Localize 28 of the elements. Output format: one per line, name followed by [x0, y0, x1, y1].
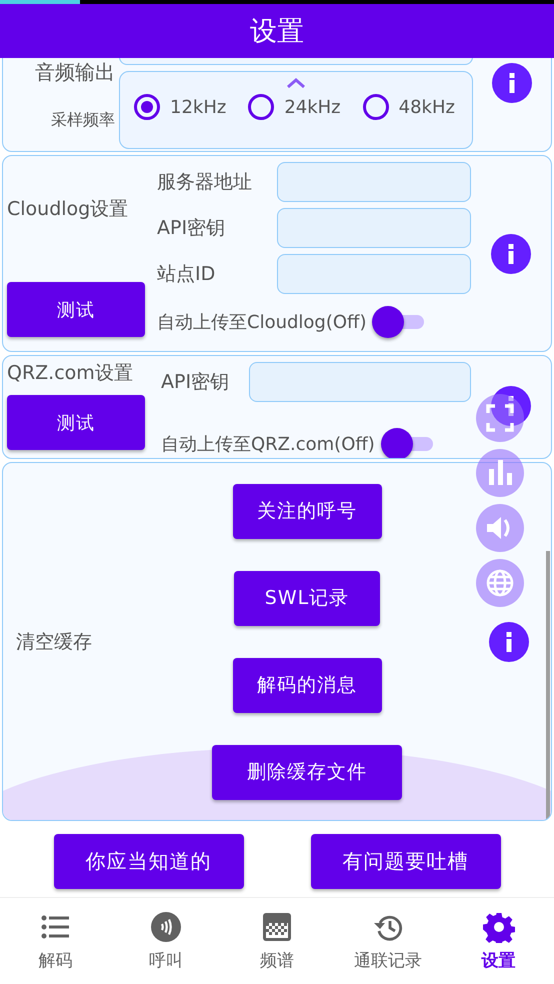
setting-label: 音频输出 — [35, 59, 115, 86]
nav-tab[interactable]: 设置 — [443, 898, 554, 984]
radio-option[interactable]: 48kHz — [362, 94, 455, 120]
auto-upload-label: 自动上传至QRZ.com(Off) — [161, 433, 375, 456]
field-label: 服务器地址 — [157, 170, 252, 195]
test-button[interactable]: 测试 — [7, 282, 145, 337]
auto-upload-label: 自动上传至Cloudlog(Off) — [157, 311, 366, 334]
field-label: API密钥 — [161, 370, 230, 395]
footer-button[interactable]: 你应当知道的 — [54, 834, 244, 888]
field-label: 站点ID — [157, 262, 216, 287]
page-title: 设置 — [250, 15, 304, 49]
clear-button[interactable]: 删除缓存文件 — [212, 744, 402, 800]
section-title: QRZ.com设置 — [7, 361, 134, 386]
clear-button[interactable]: SWL记录 — [234, 570, 380, 626]
setting-label: 采样频率 — [51, 110, 115, 131]
setting-label: 清空缓存 — [15, 630, 93, 654]
radio-option[interactable]: 12kHz — [134, 94, 226, 120]
test-button[interactable]: 测试 — [7, 395, 145, 450]
nav-tab[interactable]: 解码 — [0, 898, 111, 984]
section-title: Cloudlog设置 — [7, 197, 130, 222]
nav-tab[interactable]: 频谱 — [222, 898, 332, 984]
nav-tab[interactable]: 通联记录 — [332, 898, 444, 984]
footer-button[interactable]: 有问题要吐槽 — [310, 834, 500, 888]
nav-tab[interactable]: 呼叫 — [110, 898, 222, 984]
field-label: API密钥 — [157, 216, 226, 241]
clear-button[interactable]: 关注的呼号 — [232, 484, 382, 538]
clear-button[interactable]: 解码的消息 — [232, 658, 382, 712]
radio-option[interactable]: 24kHz — [248, 94, 341, 120]
